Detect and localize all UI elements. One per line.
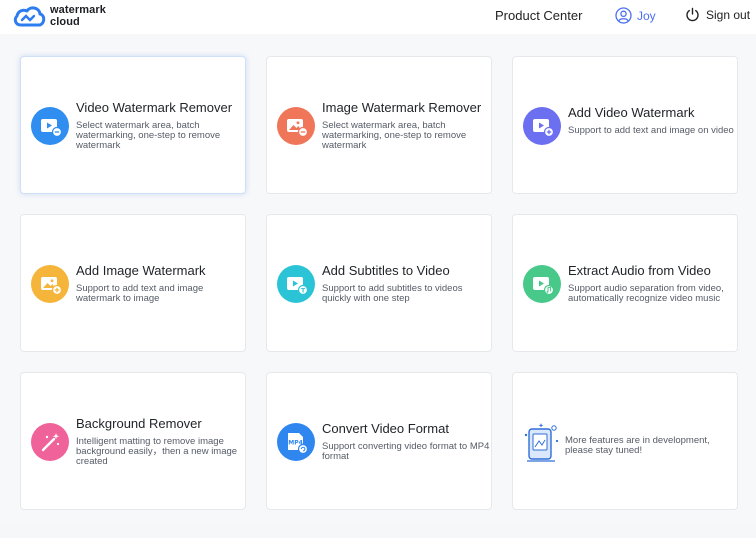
card-description: Support converting video format to MP4 f… xyxy=(322,441,490,462)
brand-name: watermark cloud xyxy=(50,4,106,28)
card-image-watermark-remover[interactable]: Image Watermark Remover Select watermark… xyxy=(266,56,492,194)
card-video-watermark-remover[interactable]: Video Watermark Remover Select watermark… xyxy=(20,56,246,194)
card-description: Support to add subtitles to videos quick… xyxy=(322,283,463,304)
development-illustration-icon xyxy=(524,423,559,462)
user-name: Joy xyxy=(637,8,656,23)
card-background-remover[interactable]: Background Remover Intelligent matting t… xyxy=(20,372,246,510)
top-header: watermark cloud Product Center Joy Sign … xyxy=(0,0,756,34)
magic-wand-icon xyxy=(31,423,69,461)
card-title: Video Watermark Remover xyxy=(76,100,233,115)
card-title: Add Image Watermark xyxy=(76,263,206,278)
card-description: Intelligent matting to remove image back… xyxy=(76,436,238,467)
card-add-video-watermark[interactable]: Add Video Watermark Support to add text … xyxy=(512,56,738,194)
card-title: Add Video Watermark xyxy=(568,105,695,120)
card-description: Select watermark area, batch watermarkin… xyxy=(76,120,221,151)
card-description: Support audio separation from video, aut… xyxy=(568,283,724,304)
signout-label: Sign out xyxy=(706,7,751,22)
card-convert-video-format[interactable]: MP4 Convert Video Format Support convert… xyxy=(266,372,492,510)
more-features-text: More features are in development, please… xyxy=(565,435,710,456)
image-remove-icon xyxy=(277,107,315,145)
power-icon xyxy=(686,7,699,22)
card-title: Convert Video Format xyxy=(322,421,449,436)
user-icon xyxy=(615,7,632,24)
subtitle-icon: T xyxy=(277,265,315,303)
card-extract-audio-from-video[interactable]: Extract Audio from Video Support audio s… xyxy=(512,214,738,352)
brand-logo[interactable]: watermark cloud xyxy=(12,3,106,29)
card-add-subtitles-to-video[interactable]: T Add Subtitles to Video Support to add … xyxy=(266,214,492,352)
nav-user-account[interactable]: Joy xyxy=(615,7,656,24)
card-description: Support to add text and image watermark … xyxy=(76,283,204,304)
mp4-icon: MP4 xyxy=(277,423,315,461)
audio-icon xyxy=(523,265,561,303)
card-more-features: More features are in development, please… xyxy=(512,372,738,510)
cloud-logo-icon xyxy=(13,6,46,27)
nav-product-center[interactable]: Product Center xyxy=(495,8,582,23)
signout-button[interactable]: Sign out xyxy=(685,7,750,22)
card-add-image-watermark[interactable]: Add Image Watermark Support to add text … xyxy=(20,214,246,352)
card-title: Extract Audio from Video xyxy=(568,263,711,278)
feature-grid-area: Video Watermark Remover Select watermark… xyxy=(0,40,756,523)
card-title: Background Remover xyxy=(76,416,202,431)
image-add-icon xyxy=(31,265,69,303)
card-description: Select watermark area, batch watermarkin… xyxy=(322,120,467,151)
video-add-icon xyxy=(523,107,561,145)
video-remove-icon xyxy=(31,107,69,145)
card-description: Support to add text and image on video xyxy=(568,125,734,136)
card-title: Image Watermark Remover xyxy=(322,100,482,115)
card-title: Add Subtitles to Video xyxy=(322,263,450,278)
